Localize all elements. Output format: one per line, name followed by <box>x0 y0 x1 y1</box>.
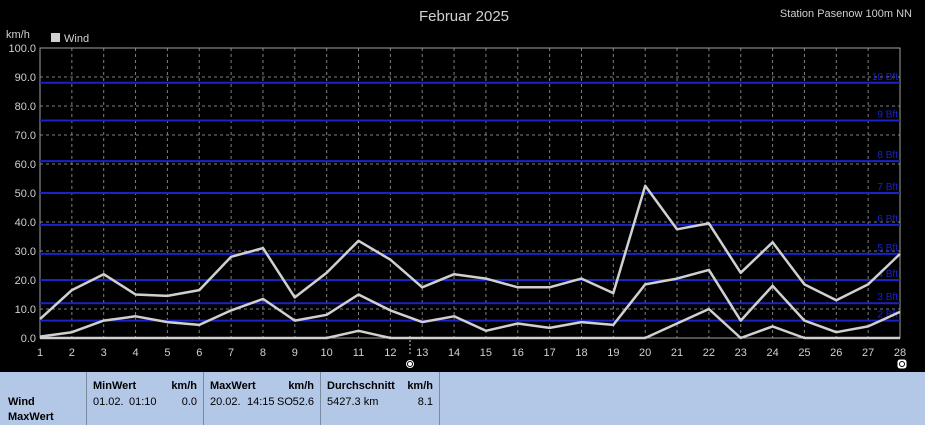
plot-area: 0.0 10.0 20.0 30.0 40.0 50.0 60.0 70.0 80.0 90.0 1… <box>8 43 906 359</box>
x-tick-label: 23 <box>735 347 747 359</box>
max-unit: km/h <box>288 380 314 392</box>
x-tick-label: 7 <box>228 347 234 359</box>
legend-swatch <box>51 33 60 42</box>
y-tick-label: 10.0 <box>15 304 36 316</box>
scroll-handle-left[interactable] <box>405 359 415 369</box>
max-date: 20.02. <box>210 396 241 408</box>
x-tick-label: 24 <box>766 347 778 359</box>
x-tick-label: 22 <box>703 347 715 359</box>
beaufort-label: 10 Bft <box>872 72 898 83</box>
avg-unit: km/h <box>407 380 433 392</box>
y-tick-label: 50.0 <box>15 188 36 200</box>
avg-distance: 5427.3 km <box>327 396 379 408</box>
min-time: 01:10 <box>129 396 157 408</box>
y-tick-label: 80.0 <box>15 101 36 113</box>
stats-label-maxwert: MaxWert <box>8 411 54 423</box>
x-tick-label: 13 <box>416 347 428 359</box>
max-value: 52.6 <box>292 396 314 408</box>
max-header: MaxWert <box>210 380 256 392</box>
beaufort-label: 5 Bft <box>877 243 898 254</box>
y-tick-label: 90.0 <box>15 72 36 84</box>
x-tick-label: 10 <box>321 347 333 359</box>
beaufort-label: 9 Bft <box>877 110 898 121</box>
y-tick-label: 40.0 <box>15 217 36 229</box>
stats-min-column: MinWert km/h 01.02. 01:10 0.0 <box>87 372 204 425</box>
stats-label-wind: Wind <box>8 396 35 408</box>
y-tick-label: 100.0 <box>8 43 36 55</box>
beaufort-label: 8 Bft <box>877 150 898 161</box>
x-tick-label: 25 <box>798 347 810 359</box>
beaufort-label: 7 Bft <box>877 182 898 193</box>
y-tick-label: 70.0 <box>15 130 36 142</box>
min-unit: km/h <box>171 380 197 392</box>
x-tick-label: 11 <box>353 347 364 359</box>
stats-max-column: MaxWert km/h 20.02. 14:15 SO 52.6 <box>204 372 321 425</box>
x-tick-label: 4 <box>132 347 138 359</box>
x-tick-label: 19 <box>607 347 619 359</box>
x-tick-label: 28 <box>894 347 906 359</box>
x-tick-label: 18 <box>575 347 587 359</box>
stats-avg-column: Durchschnitt km/h 5427.3 km 8.1 <box>321 372 440 425</box>
y-tick-label: 30.0 <box>15 246 36 258</box>
y-tick-label: 60.0 <box>15 159 36 171</box>
station-label: Station Pasenow 100m NN <box>780 8 912 20</box>
beaufort-label: 6 Bft <box>877 214 898 225</box>
stats-empty-area <box>440 372 925 425</box>
x-tick-label: 9 <box>292 347 298 359</box>
y-axis-unit: km/h <box>6 29 30 41</box>
stats-panel: Wind MaxWert MinWert km/h 01.02. 01:10 0… <box>0 372 925 425</box>
min-value: 0.0 <box>181 396 197 408</box>
x-tick-label: 16 <box>512 347 524 359</box>
max-time: 14:15 <box>247 396 275 408</box>
x-tick-label: 17 <box>544 347 556 359</box>
x-tick-label: 12 <box>384 347 396 359</box>
y-tick-label: 20.0 <box>15 275 36 287</box>
series-line-1 <box>39 184 901 321</box>
min-header: MinWert <box>93 380 137 392</box>
x-tick-label: 1 <box>37 347 43 359</box>
stats-row-labels: Wind MaxWert <box>0 372 87 425</box>
x-tick-label: 3 <box>101 347 107 359</box>
x-tick-label: 27 <box>862 347 874 359</box>
legend-label: Wind <box>64 33 89 45</box>
beaufort-label: 4 Bft <box>877 269 898 280</box>
avg-header: Durchschnitt <box>327 380 395 392</box>
x-tick-label: 14 <box>448 347 460 359</box>
x-tick-label: 21 <box>671 347 683 359</box>
x-tick-label: 15 <box>480 347 492 359</box>
avg-value: 8.1 <box>417 396 433 408</box>
x-tick-label: 5 <box>164 347 170 359</box>
beaufort-label: 3 Bft <box>877 292 898 303</box>
x-tick-label: 20 <box>639 347 651 359</box>
wind-chart: Februar 2025 Station Pasenow 100m NN km/… <box>6 8 912 370</box>
x-tick-label: 8 <box>260 347 266 359</box>
scroll-handle-right[interactable] <box>896 358 908 370</box>
x-tick-label: 6 <box>196 347 202 359</box>
min-date: 01.02. <box>93 396 124 408</box>
x-tick-label: 2 <box>69 347 75 359</box>
max-direction: SO <box>277 396 293 408</box>
chart-title: Februar 2025 <box>419 8 509 25</box>
y-tick-label: 0.0 <box>21 333 36 345</box>
x-tick-label: 26 <box>830 347 842 359</box>
